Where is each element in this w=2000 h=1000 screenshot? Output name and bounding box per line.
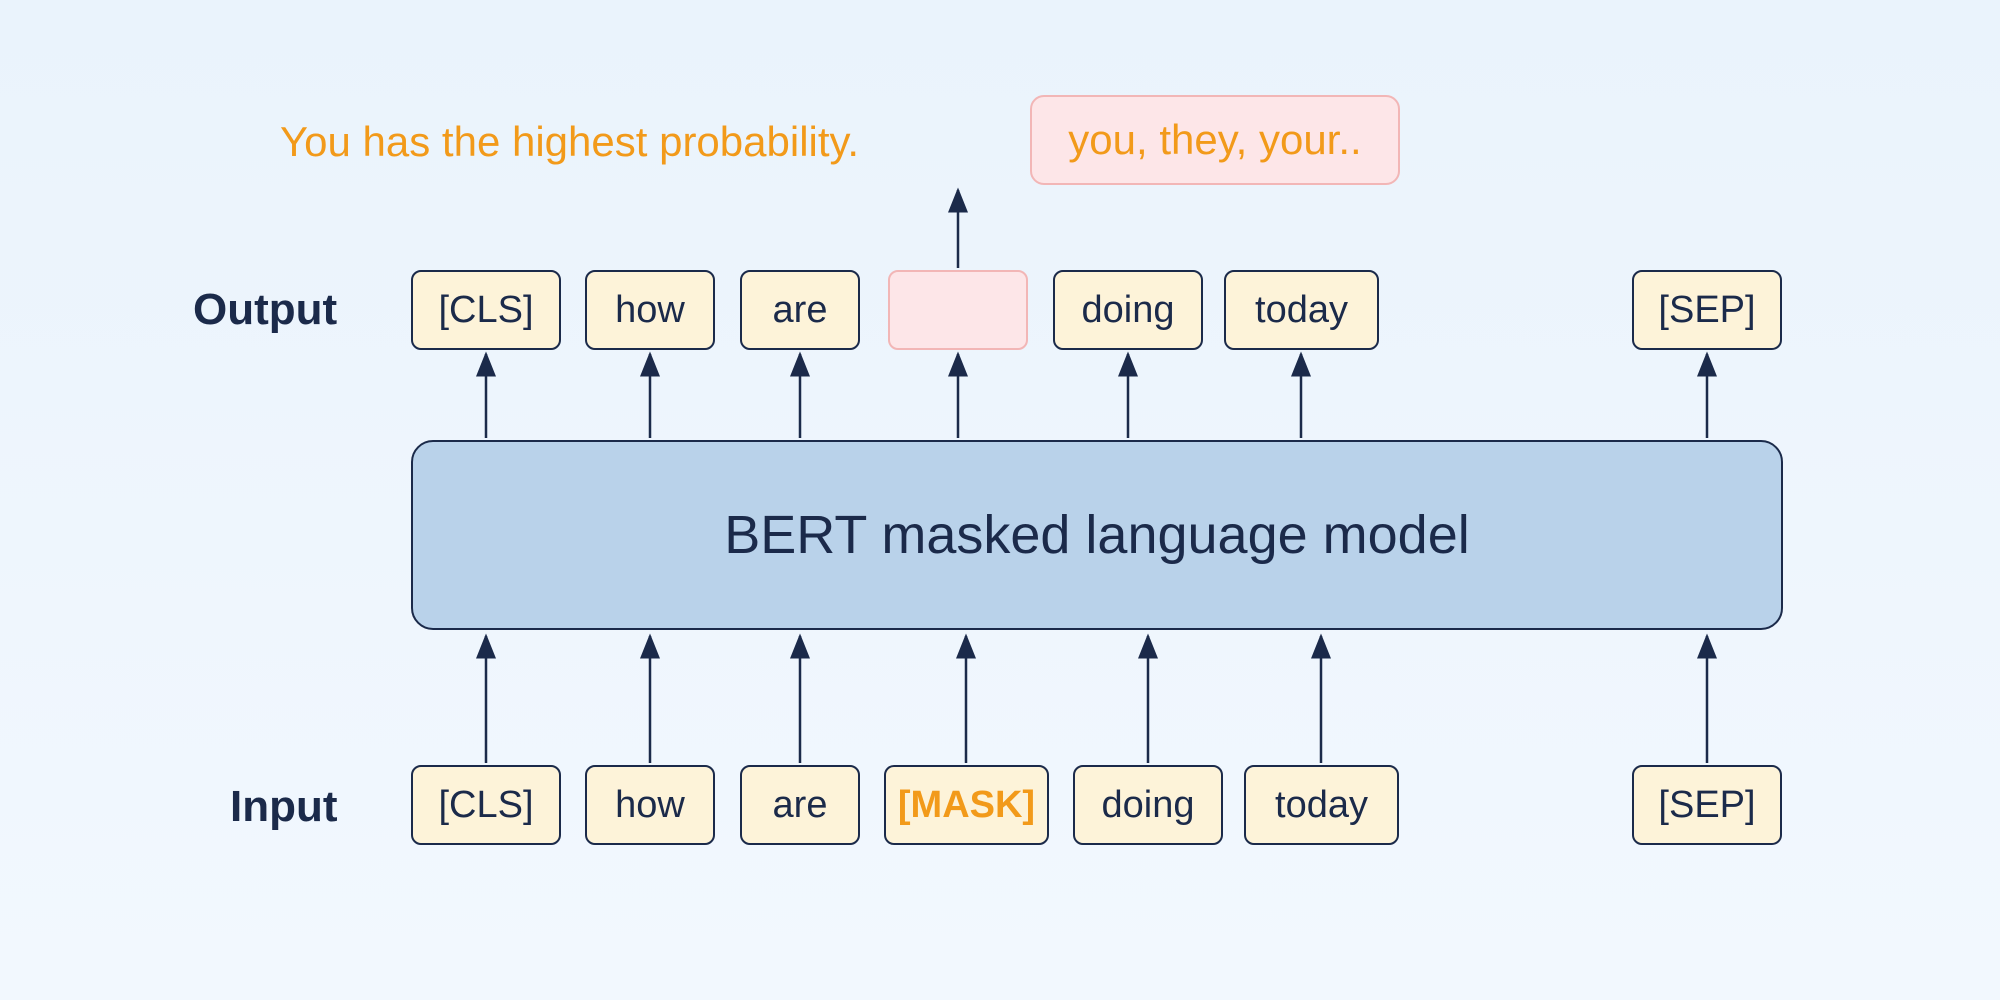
bert-mlm-diagram: You has the highest probability. you, th…: [0, 0, 2000, 1000]
output-token-today: today: [1224, 270, 1379, 350]
input-token-today: today: [1244, 765, 1399, 845]
output-token-are: are: [740, 270, 860, 350]
input-token-sep: [SEP]: [1632, 765, 1782, 845]
probability-annotation: You has the highest probability.: [280, 118, 859, 166]
output-label: Output: [193, 285, 337, 335]
model-label: BERT masked language model: [724, 504, 1469, 566]
prediction-text: you, they, your..: [1068, 116, 1361, 164]
output-token-doing: doing: [1053, 270, 1203, 350]
input-token-doing: doing: [1073, 765, 1223, 845]
prediction-box: you, they, your..: [1030, 95, 1400, 185]
input-token-are: are: [740, 765, 860, 845]
output-token-sep: [SEP]: [1632, 270, 1782, 350]
input-label: Input: [230, 782, 338, 832]
input-token-mask: [MASK]: [884, 765, 1049, 845]
input-token-how: how: [585, 765, 715, 845]
input-token-cls: [CLS]: [411, 765, 561, 845]
model-box: BERT masked language model: [411, 440, 1783, 630]
output-token-masked: [888, 270, 1028, 350]
output-token-how: how: [585, 270, 715, 350]
output-token-cls: [CLS]: [411, 270, 561, 350]
